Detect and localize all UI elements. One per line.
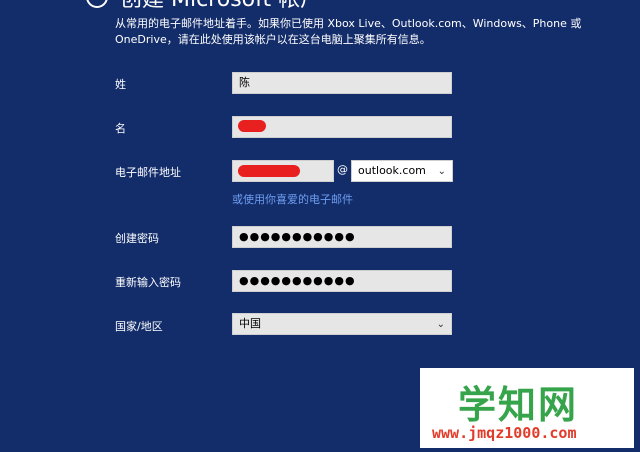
email-domain-value: outlook.com [358, 164, 426, 177]
country-label: 国家/地区 [115, 320, 163, 333]
page-title: 创建 Microsoft 帐户 [120, 0, 322, 13]
email-domain-select[interactable]: outlook.com ⌄ [351, 160, 453, 182]
password-input[interactable]: ●●●●●●●●●●● [232, 226, 452, 248]
at-symbol: @ [337, 163, 348, 176]
page-description: 从常用的电子邮件地址着手。如果你已使用 Xbox Live、Outlook.co… [115, 17, 582, 46]
watermark-logo-text: 学知网 [458, 382, 579, 427]
page-header: ← 创建 Microsoft 帐户 [86, 0, 322, 13]
back-arrow-icon[interactable]: ← [86, 0, 108, 8]
use-other-email-link[interactable]: 或使用你喜爱的电子邮件 [232, 191, 353, 207]
chevron-down-icon: ⌄ [436, 319, 445, 330]
redaction-mark [238, 165, 300, 177]
last-name-label: 姓 [115, 78, 126, 91]
confirm-password-input[interactable]: ●●●●●●●●●●● [232, 270, 452, 292]
chevron-down-icon: ⌄ [437, 166, 446, 177]
watermark: 学知网 www.jmqz1000.com [420, 368, 634, 448]
last-name-input[interactable]: 陈 [232, 72, 452, 94]
country-select[interactable]: 中国 ⌄ [232, 313, 452, 335]
redaction-mark [238, 120, 266, 132]
email-label: 电子邮件地址 [115, 166, 181, 179]
first-name-label: 名 [115, 122, 126, 135]
country-value: 中国 [239, 317, 261, 330]
password-label: 创建密码 [115, 232, 159, 245]
confirm-password-label: 重新输入密码 [115, 276, 181, 289]
watermark-url: www.jmqz1000.com [432, 424, 577, 442]
